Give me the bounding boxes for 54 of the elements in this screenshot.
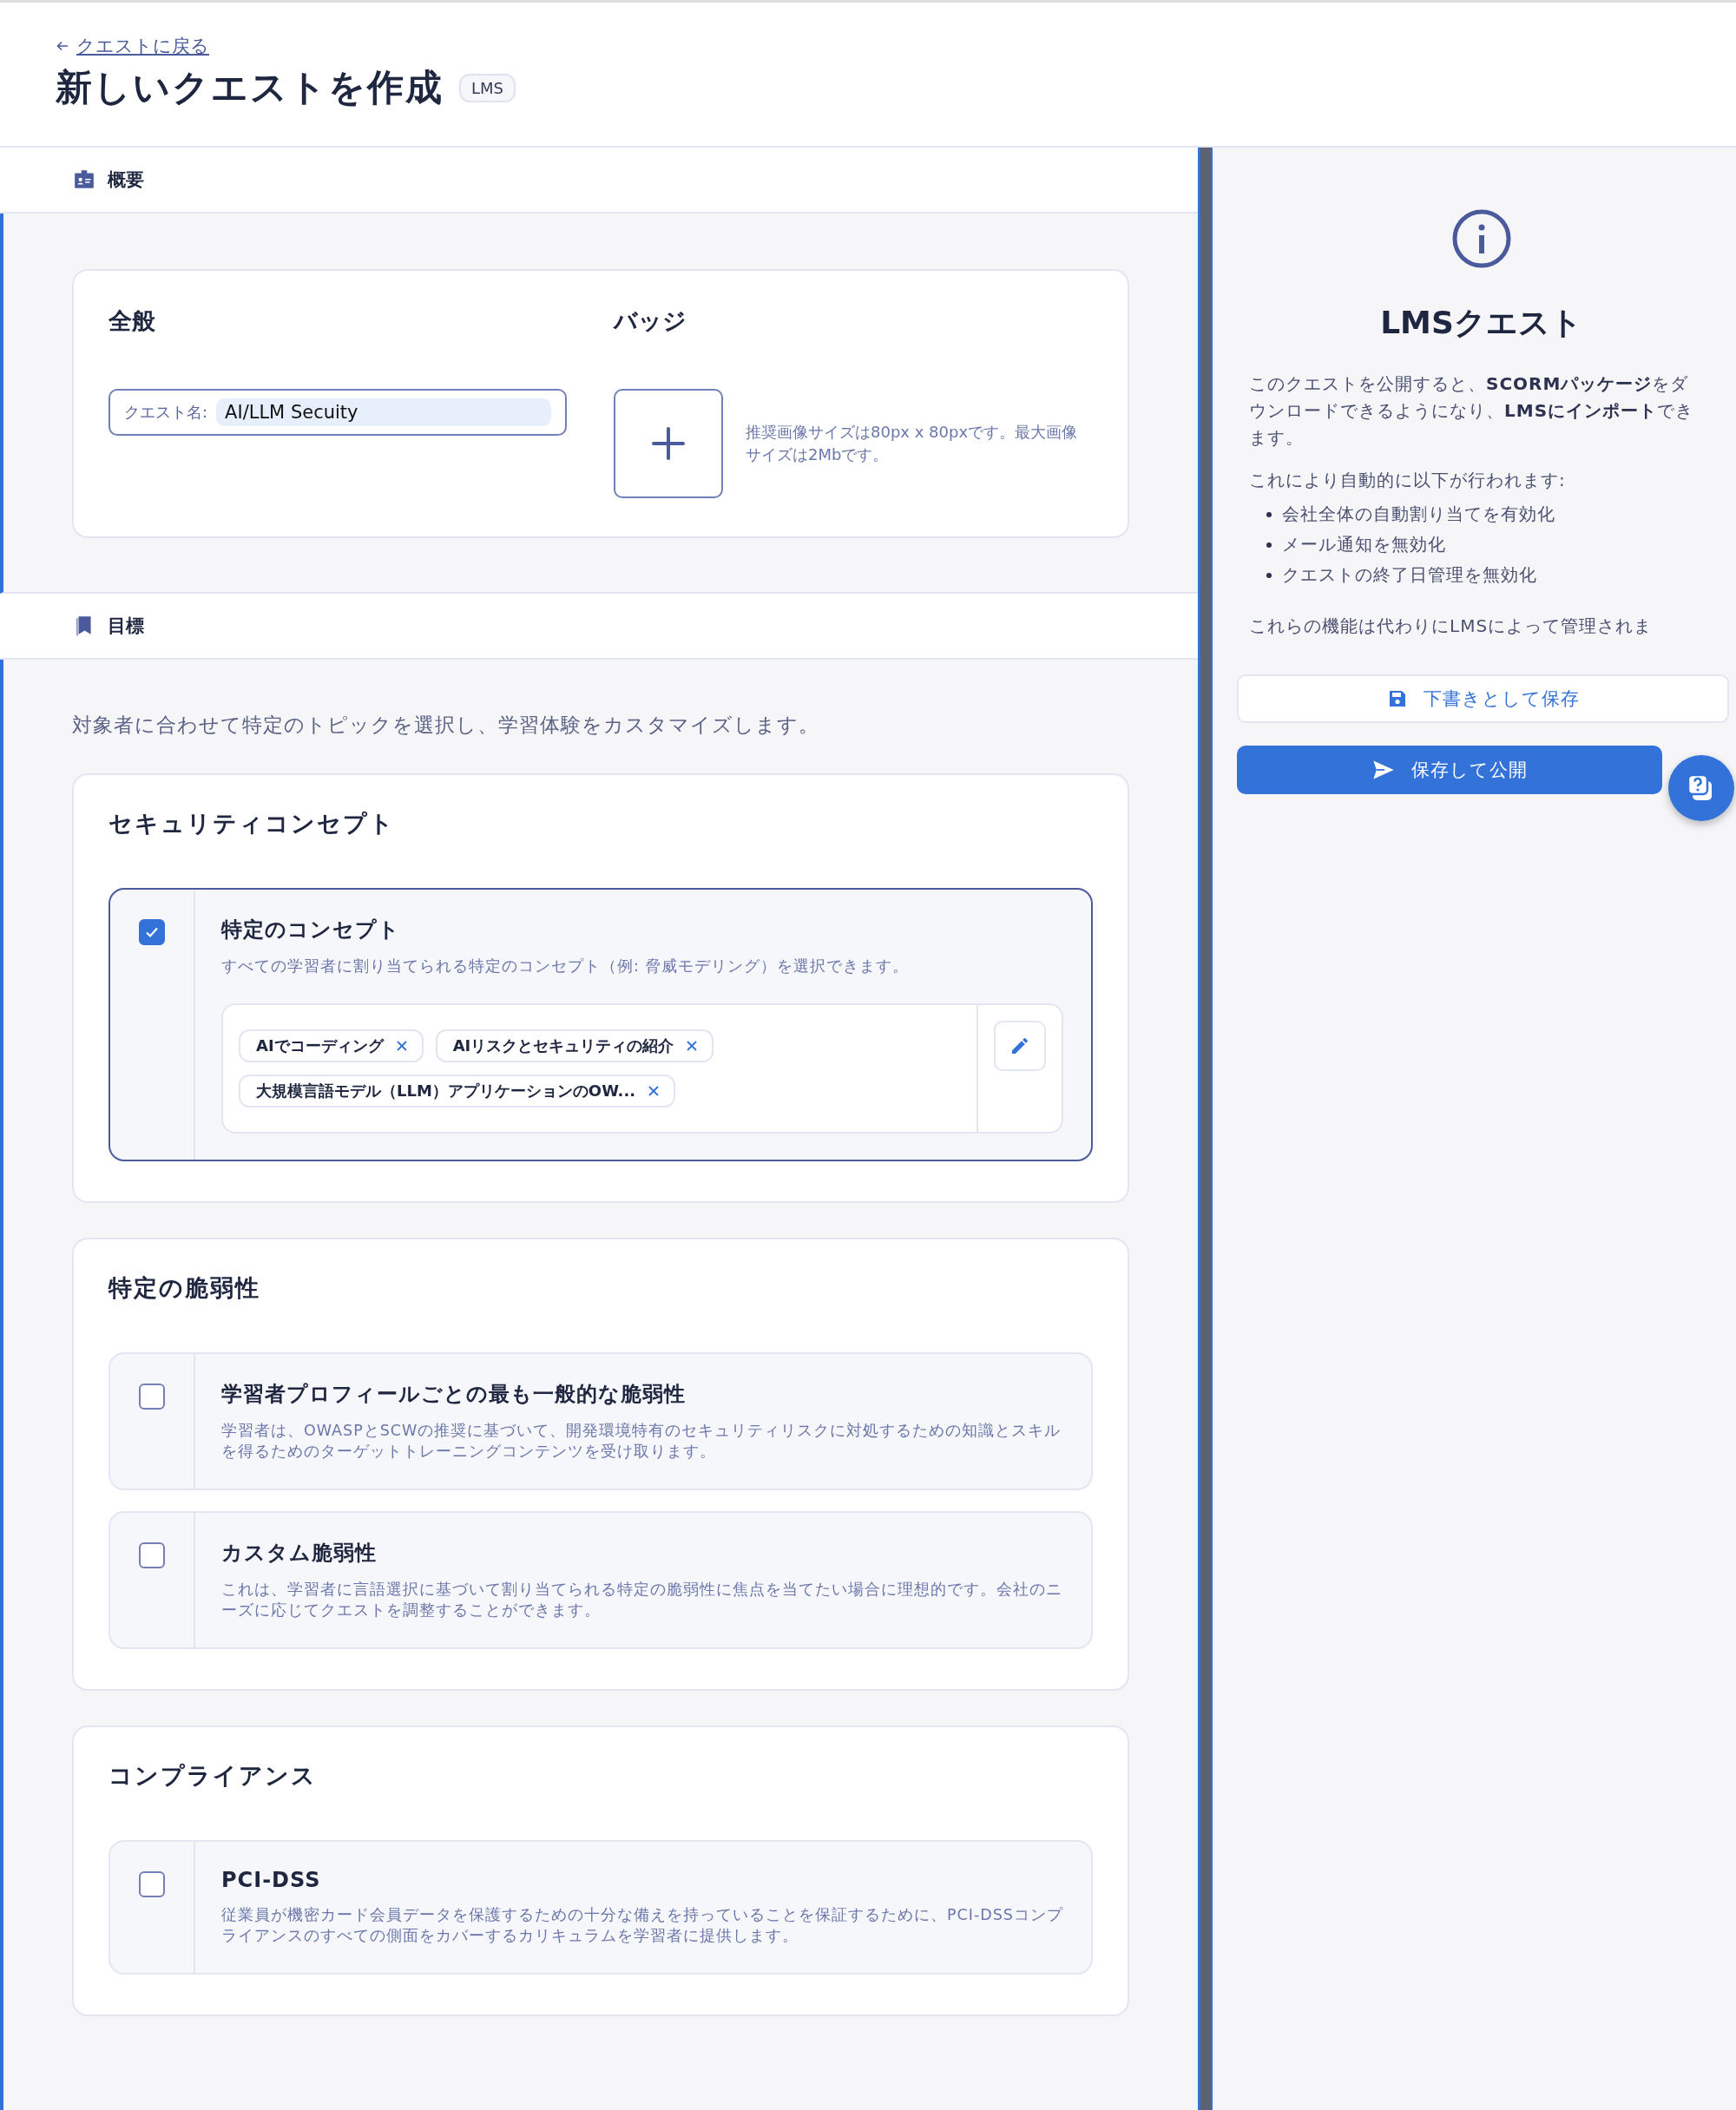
sidebar-lead: これにより自動的に以下が行われます: [1249,469,1567,492]
plus-icon [651,426,686,461]
option-description: 学習者は、OWASPとSCWの推奨に基づいて、開発環境特有のセキュリティリスクに対処するための知識とスキルを得るためのターゲットトレーニングコンテンツを受け取ります。 [221,1420,1062,1462]
checkbox[interactable] [139,919,165,945]
badge-hint: 推奨画像サイズは80px x 80pxです。最大画像サイズは2Mbです。 [746,421,1079,465]
bullet-icon [1266,542,1272,548]
remove-icon[interactable] [686,1039,699,1052]
option-title: 特定のコンセプト [221,917,401,943]
page-title: 新しいクエストを作成 [56,65,444,110]
card-heading: 全般 [108,306,156,336]
option-card[interactable]: 学習者プロフィールごとの最も一般的な脆弱性 学習者は、OWASPとSCWの推奨に基づいて、開発環境特有のセキュリティリスクに対処するための知識とスキルを得るためのターゲットトレーニングコンテンツを受け取ります。 [108,1351,1093,1490]
bullet-text: クエストの終了日管理を無効化 [1282,563,1537,587]
save-draft-button[interactable]: 下書きとして保存 [1237,674,1729,723]
section-title: 概要 [108,168,144,192]
option-title: 学習者プロフィールごとの最も一般的な脆弱性 [221,1380,687,1408]
publish-button[interactable]: 保存して公開 [1237,746,1662,794]
add-badge-button[interactable] [614,389,723,498]
option-description: 従業員が機密カード会員データを保護するための十分な備えを持っていることを保証するために、PCI-DSSコンプライアンスのすべての側面をカバーするカリキュラムを学習者に提供します。 [221,1904,1063,1946]
card-heading: セキュリティコンセプト [108,809,396,838]
bullet-icon [1266,511,1272,517]
edit-button[interactable] [994,1020,1046,1071]
lms-badge: LMS [459,73,516,102]
id-card-icon [73,168,95,191]
tag-label: AIでコーディング [256,1035,384,1056]
info-icon [1450,208,1512,269]
option-card[interactable]: 特定のコンセプト すべての学習者に割り当てられる特定のコンセプト（例: 脅威モデリング）を選択できます。 AIでコーディング AIリスクとセキュリティの紹介 大規模言語モデル（LLM）アプリケーションのOW... [108,888,1093,1161]
option-title: カスタム脆弱性 [221,1539,378,1567]
remove-icon[interactable] [648,1084,661,1097]
sidebar-note: これらの機能は代わりにLMSによって管理されま [1249,615,1653,638]
back-arrow-icon [56,39,69,53]
card-heading: バッジ [614,306,687,336]
quest-name-field[interactable]: クエスト名: AI/LLM Secuity [108,389,567,436]
back-link[interactable]: クエストに戻る [56,34,209,58]
option-card[interactable]: カスタム脆弱性 これは、学習者に言語選択に基づいて割り当てられる特定の脆弱性に焦点を当てたい場合に理想的です。会社のニーズに応じてクエストを調整することができます。 [108,1510,1093,1649]
bullet-icon [1266,572,1272,578]
sidebar-title: LMSクエスト [1380,304,1582,342]
section-title: 目標 [108,615,144,638]
card-heading: コンプライアンス [108,1760,318,1791]
card-heading: 特定の脆弱性 [108,1272,261,1303]
option-title: PCI-DSS [221,1867,322,1892]
checkbox[interactable] [139,1870,165,1897]
intro-text: 対象者に合わせて特定のトピックを選択し、学習体験をカスタマイズします。 [72,713,820,738]
bullet-text: 会社全体の自動割り当てを有効化 [1282,503,1555,526]
tag-label: 大規模言語モデル（LLM）アプリケーションのOW... [256,1080,636,1101]
help-button[interactable] [1668,755,1734,821]
checkbox[interactable] [139,1541,165,1568]
option-description: これは、学習者に言語選択に基づいて割り当てられる特定の脆弱性に焦点を当てたい場合に理想的です。会社のニーズに応じてクエストを調整することができます。 [221,1579,1063,1620]
tag-label: AIリスクとセキュリティの紹介 [452,1035,674,1056]
sidebar-paragraph: このクエストを公開すると、SCORMパッケージをダウンロードできるようになり、LMSにインポートできます。 [1249,372,1695,450]
checkbox[interactable] [139,1383,165,1410]
remove-icon[interactable] [395,1039,408,1052]
option-description: すべての学習者に割り当てられる特定のコンセプト（例: 脅威モデリング）を選択できます。 [221,956,911,976]
bullet-text: メール通知を無効化 [1282,533,1446,556]
option-card[interactable]: PCI-DSS 従業員が機密カード会員データを保護するための十分な備えを持っていることを保証するために、PCI-DSSコンプライアンスのすべての側面をカバーするカリキュラムを学習者に提供します。 [108,1839,1093,1975]
